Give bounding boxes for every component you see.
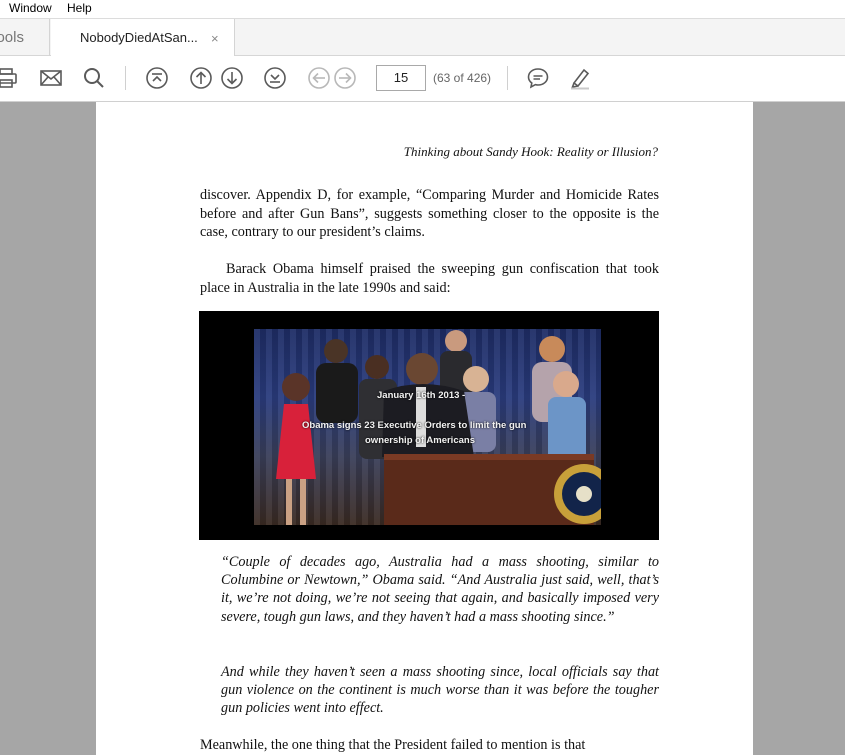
- previous-page-icon[interactable]: [189, 66, 213, 90]
- page-number-input[interactable]: 15: [376, 65, 426, 91]
- comment-icon[interactable]: [526, 66, 550, 90]
- embedded-photo: January 16th 2013 - Obama signs 23 Execu…: [199, 311, 659, 540]
- back-icon[interactable]: [307, 66, 331, 90]
- menu-help[interactable]: Help: [67, 1, 92, 15]
- tab-bar: Tools NobodyDiedAtSan... ×: [0, 18, 845, 57]
- tab-document[interactable]: NobodyDiedAtSan...: [51, 19, 235, 57]
- toolbar: 15 (63 of 426): [0, 56, 845, 102]
- running-head: Thinking about Sandy Hook: Reality or Il…: [403, 144, 658, 159]
- tab-tools-label: Tools: [0, 29, 24, 46]
- block-quote: “Couple of decades ago, Australia had a …: [221, 554, 659, 625]
- document-page: Thinking about Sandy Hook: Reality or Il…: [96, 102, 753, 755]
- photo-scene: January 16th 2013 - Obama signs 23 Execu…: [254, 329, 601, 525]
- document-viewport[interactable]: Thinking about Sandy Hook: Reality or Il…: [0, 102, 845, 755]
- menu-bar: Window Help: [0, 0, 845, 18]
- first-page-icon[interactable]: [145, 66, 169, 90]
- email-icon[interactable]: [39, 66, 63, 90]
- next-page-icon[interactable]: [220, 66, 244, 90]
- photo-caption: Obama signs 23 Executive Orders to limit…: [302, 420, 527, 431]
- paragraph: discover. Appendix D, for example, “Comp…: [200, 187, 659, 240]
- photo-caption: January 16th 2013 -: [377, 390, 466, 401]
- toolbar-separator: [507, 66, 508, 90]
- highlight-icon[interactable]: [569, 66, 593, 90]
- menu-window[interactable]: Window: [9, 1, 52, 15]
- search-icon[interactable]: [82, 66, 106, 90]
- last-page-icon[interactable]: [263, 66, 287, 90]
- block-quote: And while they haven’t seen a mass shoot…: [221, 664, 659, 717]
- page-count-label: (63 of 426): [433, 71, 492, 85]
- paragraph: Barack Obama himself praised the sweepin…: [200, 261, 659, 296]
- tab-close-icon[interactable]: ×: [211, 31, 219, 46]
- paragraph: Meanwhile, the one thing that the Presid…: [200, 737, 586, 753]
- forward-icon[interactable]: [333, 66, 357, 90]
- toolbar-separator: [125, 66, 126, 90]
- photo-caption: ownership of Americans: [365, 435, 475, 446]
- tab-tools[interactable]: Tools: [0, 19, 50, 56]
- print-icon[interactable]: [0, 66, 18, 90]
- tab-document-label: NobodyDiedAtSan...: [80, 30, 198, 45]
